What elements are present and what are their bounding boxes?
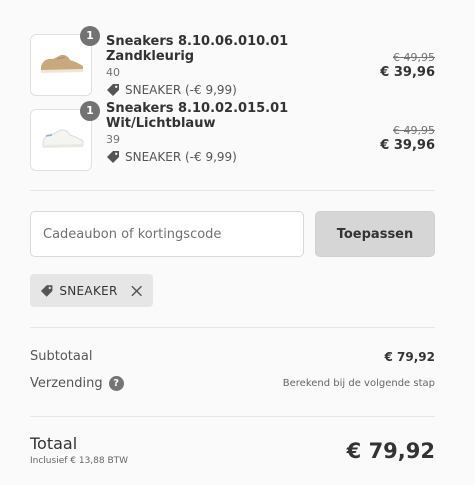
tag-icon — [40, 284, 53, 297]
sneaker-image — [41, 54, 83, 73]
shipping-label-group: Verzending ? — [30, 376, 124, 391]
discount-code-input[interactable] — [30, 211, 304, 257]
product-size: 40 — [106, 66, 120, 79]
apply-button[interactable]: Toepassen — [315, 211, 435, 257]
applied-discount: SNEAKER (-€ 9,99) — [106, 82, 356, 98]
remove-code-icon[interactable] — [130, 284, 143, 298]
discount-label: SNEAKER (-€ 9,99) — [125, 83, 237, 97]
divider — [30, 416, 435, 417]
quantity-badge: 1 — [80, 101, 100, 121]
tag-icon — [107, 84, 119, 96]
product-name: Sneakers 8.10.06.010.01 Zandkleurig — [106, 34, 289, 64]
subtotal-label: Subtotaal — [30, 349, 93, 364]
discounted-price: € 39,96 — [380, 65, 435, 80]
shipping-row: Verzending ? Berekend bij de volgende st… — [30, 376, 435, 391]
subtotal-value: € 79,92 — [384, 349, 435, 364]
cart-item: 1 Sneakers 8.10.02.015.01 Wit/Lichtblauw… — [30, 101, 435, 171]
shipping-value: Berekend bij de volgende stap — [282, 378, 435, 389]
original-price: € 49,95 — [393, 51, 435, 64]
product-thumbnail: 1 — [30, 26, 100, 96]
quantity-badge: 1 — [80, 26, 100, 46]
divider — [30, 190, 435, 191]
product-thumbnail: 1 — [30, 101, 100, 171]
discount-label: SNEAKER (-€ 9,99) — [125, 150, 237, 164]
total-label-group: Totaal Inclusief € 13,88 BTW — [30, 435, 128, 467]
subtotal-row: Subtotaal € 79,92 — [30, 349, 435, 364]
discounted-price: € 39,96 — [380, 138, 435, 153]
applied-code-label: SNEAKER — [59, 283, 118, 298]
product-name: Sneakers 8.10.02.015.01 Wit/Lichtblauw — [106, 101, 289, 131]
shipping-label: Verzending — [30, 376, 103, 391]
divider — [30, 327, 435, 328]
total-label: Totaal — [30, 434, 78, 453]
cart-item: 1 Sneakers 8.10.06.010.01 Zandkleurig 40… — [30, 26, 435, 98]
tax-note: Inclusief € 13,88 BTW — [30, 456, 129, 466]
tag-icon — [107, 151, 119, 163]
applied-discount: SNEAKER (-€ 9,99) — [106, 149, 356, 165]
product-size: 39 — [106, 133, 120, 146]
help-icon[interactable]: ? — [108, 376, 124, 391]
applied-code-chip: SNEAKER — [30, 274, 153, 307]
original-price: € 49,95 — [393, 124, 435, 137]
total-row: Totaal Inclusief € 13,88 BTW € 79,92 — [30, 435, 435, 467]
total-value: € 79,92 — [346, 439, 435, 463]
sneaker-image — [42, 129, 84, 148]
